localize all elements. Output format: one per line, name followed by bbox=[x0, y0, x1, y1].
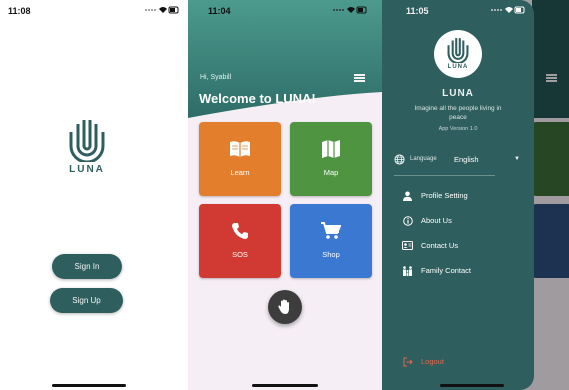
home-indicator bbox=[440, 384, 504, 387]
language-label: Language bbox=[410, 156, 437, 162]
language-value[interactable]: English bbox=[454, 155, 479, 164]
info-icon bbox=[402, 215, 413, 226]
shop-tile[interactable]: Shop bbox=[290, 204, 372, 278]
sos-label: SOS bbox=[232, 250, 248, 259]
menu-item-about-us[interactable]: About Us bbox=[402, 215, 522, 227]
person-icon bbox=[402, 190, 413, 201]
status-time: 11:04 bbox=[208, 6, 231, 16]
menu-item-label: Family Contact bbox=[421, 266, 472, 275]
learn-tile[interactable]: Learn bbox=[199, 122, 281, 196]
hand-icon bbox=[278, 299, 289, 314]
family-icon bbox=[402, 265, 413, 276]
menu-item-family-contact[interactable]: Family Contact bbox=[402, 265, 522, 277]
status-bar: 11:05 bbox=[382, 0, 534, 22]
map-icon bbox=[290, 140, 372, 162]
menu-item-label: Profile Setting bbox=[421, 191, 468, 200]
chevron-down-icon[interactable]: ▼ bbox=[514, 156, 520, 162]
menu-item-label: Contact Us bbox=[421, 241, 459, 250]
drawer-title: LUNA bbox=[442, 88, 474, 99]
menu-icon[interactable] bbox=[354, 74, 365, 82]
status-bar: 11:04 bbox=[188, 0, 382, 22]
luna-hand-icon bbox=[69, 120, 105, 162]
language-selector[interactable]: Language English ▼ bbox=[394, 154, 522, 166]
shop-label: Shop bbox=[322, 250, 340, 259]
map-label: Map bbox=[323, 168, 339, 177]
cart-icon bbox=[290, 222, 372, 244]
logout-button[interactable]: Logout bbox=[402, 356, 522, 368]
system-icons bbox=[490, 5, 526, 17]
welcome-title: Welcome to LUNA! bbox=[199, 91, 316, 106]
status-time: 11:08 bbox=[8, 6, 31, 16]
contact-card-icon bbox=[402, 240, 413, 251]
phone-icon bbox=[199, 222, 281, 244]
splash-screen: 11:08 LUNA Sign In Sign Up bbox=[0, 0, 188, 390]
luna-hand-icon bbox=[447, 38, 469, 63]
globe-icon bbox=[394, 154, 405, 165]
brand-name: LUNA bbox=[69, 164, 105, 175]
home-indicator bbox=[252, 384, 318, 387]
drawer-logo: LUNA bbox=[434, 30, 482, 78]
drawer-tagline: Imagine all the people living in peace bbox=[414, 105, 502, 121]
sos-tile[interactable]: SOS bbox=[199, 204, 281, 278]
learn-label: Learn bbox=[230, 168, 250, 177]
status-bar: 11:08 bbox=[0, 0, 188, 22]
menu-item-contact-us[interactable]: Contact Us bbox=[402, 240, 522, 252]
menu-item-label: About Us bbox=[421, 216, 452, 225]
navigation-drawer: 11:05 LUNA LUNA Imagine all the people l… bbox=[382, 0, 534, 390]
system-icons bbox=[144, 5, 180, 17]
greeting-text: Hi, Syabill bbox=[200, 74, 232, 81]
status-time: 11:05 bbox=[406, 6, 429, 16]
home-screen: 11:04 Hi, Syabill Welcome to LUNA! Learn… bbox=[188, 0, 382, 390]
divider bbox=[394, 175, 495, 176]
hand-fab-button[interactable] bbox=[268, 290, 302, 324]
luna-logo: LUNA bbox=[60, 118, 114, 175]
drawer-screen: 11:05 LUNA LUNA Imagine all the people l… bbox=[382, 0, 569, 390]
sign-in-button[interactable]: Sign In bbox=[52, 254, 122, 279]
system-icons bbox=[332, 5, 368, 17]
map-tile[interactable]: Map bbox=[290, 122, 372, 196]
logout-icon bbox=[402, 356, 413, 367]
book-icon bbox=[199, 140, 281, 162]
home-indicator bbox=[52, 384, 126, 387]
menu-item-profile-setting[interactable]: Profile Setting bbox=[402, 190, 522, 202]
sign-up-button[interactable]: Sign Up bbox=[50, 288, 123, 313]
logout-label: Logout bbox=[421, 357, 444, 366]
app-version: App Version 1.0 bbox=[438, 126, 478, 132]
brand-name: LUNA bbox=[447, 64, 469, 70]
